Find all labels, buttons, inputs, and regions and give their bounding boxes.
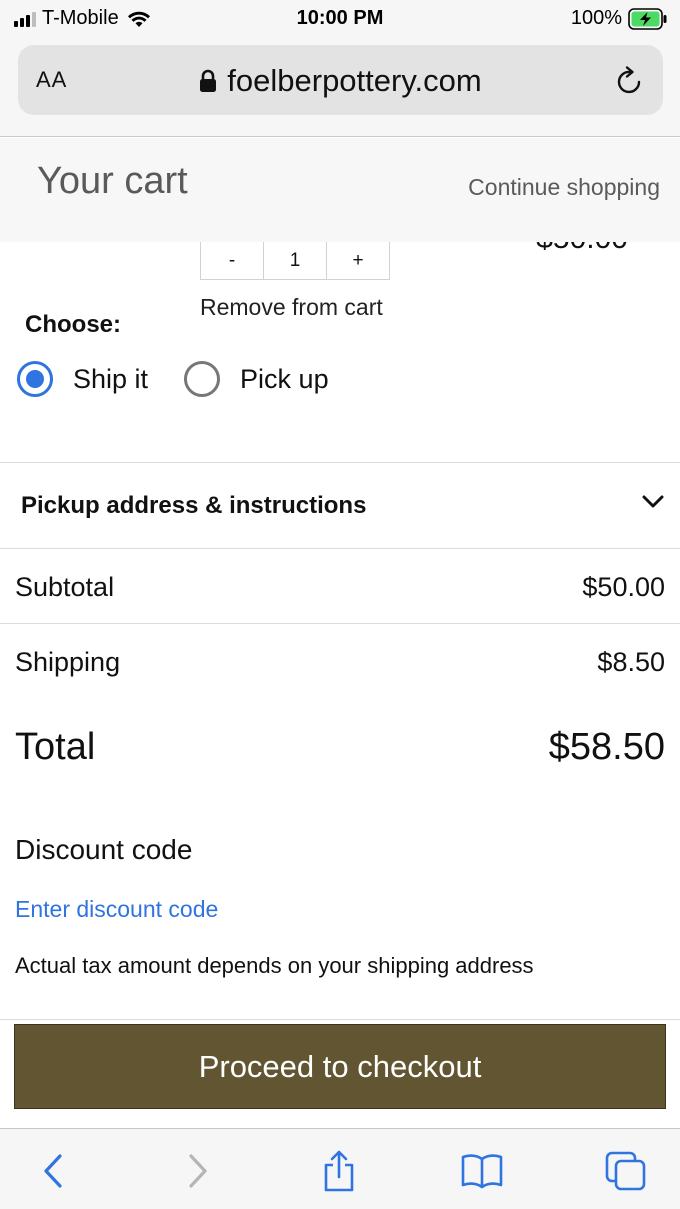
browser-toolbar <box>0 1128 680 1209</box>
divider <box>0 623 680 624</box>
url-text: foelberpottery.com <box>227 63 482 98</box>
status-bar: T-Mobile 10:00 PM 100% <box>0 0 680 40</box>
cart-header: Your cart Continue shopping <box>0 138 680 242</box>
battery-charging-icon <box>628 7 668 30</box>
pick-up-radio[interactable] <box>184 361 221 397</box>
tax-note: Actual tax amount depends on your shippi… <box>15 953 534 978</box>
total-label: Total <box>15 726 96 768</box>
share-icon[interactable] <box>317 1149 361 1193</box>
page-title: Your cart <box>37 160 188 202</box>
shipping-value: $8.50 <box>597 647 665 677</box>
lock-icon <box>199 65 217 101</box>
reload-icon[interactable] <box>615 65 645 102</box>
forward-icon[interactable] <box>176 1149 220 1193</box>
enter-discount-code-link[interactable]: Enter discount code <box>15 896 218 923</box>
remove-from-cart-link[interactable]: Remove from cart <box>200 294 383 321</box>
tabs-icon[interactable] <box>604 1149 648 1193</box>
divider <box>0 1019 680 1020</box>
url-display[interactable]: foelberpottery.com <box>18 63 663 101</box>
pick-up-option[interactable]: Pick up <box>184 361 329 397</box>
shipping-label: Shipping <box>15 647 121 677</box>
total-value: $58.50 <box>548 726 665 768</box>
bookmarks-icon[interactable] <box>460 1149 504 1193</box>
proceed-to-checkout-button[interactable]: Proceed to checkout <box>14 1024 666 1109</box>
subtotal-label: Subtotal <box>15 572 115 602</box>
pickup-instructions-toggle[interactable]: Pickup address & instructions <box>0 463 680 549</box>
url-bar[interactable]: AA foelberpottery.com <box>18 45 663 115</box>
delivery-options: Ship it Pick up <box>17 361 365 397</box>
continue-shopping-link[interactable]: Continue shopping <box>468 174 660 201</box>
divider <box>0 548 680 549</box>
ship-it-radio[interactable] <box>17 361 53 397</box>
back-icon[interactable] <box>31 1149 75 1193</box>
status-right: 100% <box>571 7 668 30</box>
pickup-instructions-label: Pickup address & instructions <box>21 492 367 519</box>
discount-code-heading: Discount code <box>15 834 193 865</box>
pick-up-label: Pick up <box>240 363 329 394</box>
battery-percent: 100% <box>570 7 622 29</box>
subtotal-value: $50.00 <box>582 572 665 602</box>
ship-it-option[interactable]: Ship it <box>17 361 148 397</box>
browser-address-area: AA foelberpottery.com <box>0 40 680 137</box>
chevron-down-icon <box>642 495 664 514</box>
ship-it-label: Ship it <box>73 363 149 394</box>
delivery-choose-label: Choose: <box>25 311 121 338</box>
